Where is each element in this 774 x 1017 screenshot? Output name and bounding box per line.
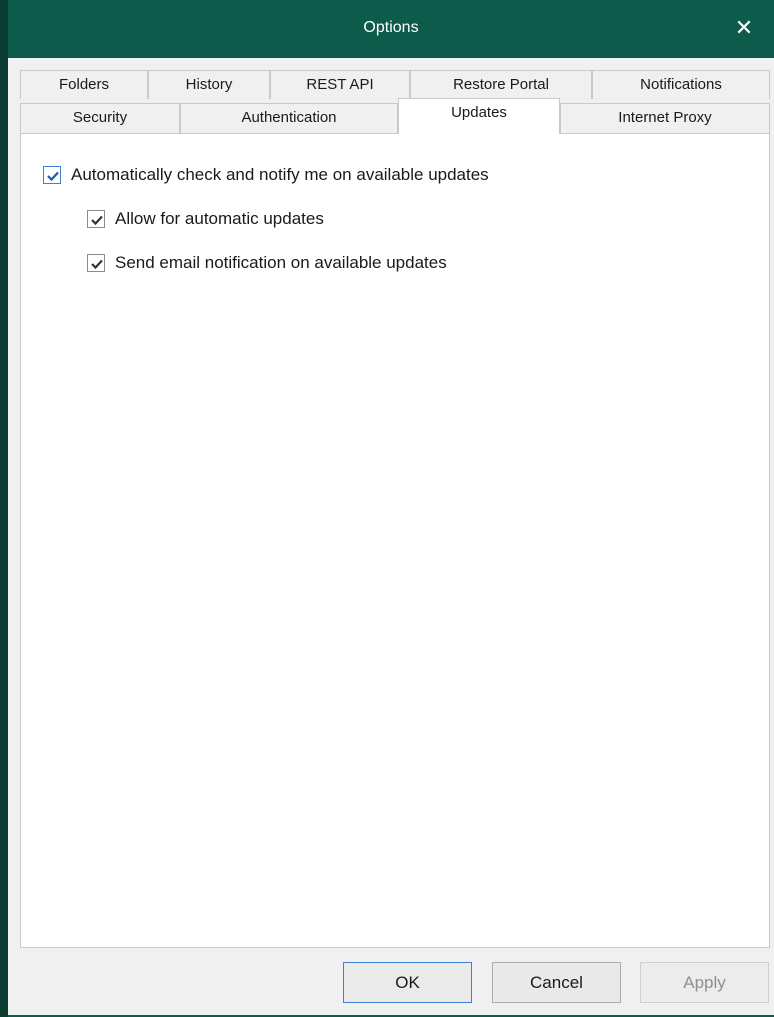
- tab-rest-api[interactable]: REST API: [270, 70, 410, 99]
- ok-button[interactable]: OK: [343, 962, 472, 1003]
- apply-button[interactable]: Apply: [640, 962, 769, 1003]
- tab-history[interactable]: History: [148, 70, 270, 99]
- allow-auto-label: Allow for automatic updates: [115, 209, 324, 228]
- send-email-checkbox[interactable]: [87, 254, 105, 272]
- cancel-button[interactable]: Cancel: [492, 962, 621, 1003]
- auto-check-checkbox[interactable]: [43, 166, 61, 184]
- options-window: Options ✕ Folders History REST API Resto…: [0, 0, 774, 1017]
- tab-restore-portal[interactable]: Restore Portal: [410, 70, 592, 99]
- auto-check-label: Automatically check and notify me on ava…: [71, 165, 489, 184]
- checkmark-icon: [91, 215, 103, 226]
- updates-panel: Automatically check and notify me on ava…: [20, 133, 770, 948]
- auto-check-row[interactable]: Automatically check and notify me on ava…: [43, 165, 489, 185]
- window-title: Options: [363, 19, 419, 36]
- allow-auto-checkbox[interactable]: [87, 210, 105, 228]
- tab-internet-proxy[interactable]: Internet Proxy: [560, 103, 770, 134]
- close-icon[interactable]: ✕: [730, 14, 758, 42]
- tab-updates[interactable]: Updates: [398, 98, 560, 134]
- send-email-row[interactable]: Send email notification on available upd…: [87, 253, 447, 273]
- send-email-label: Send email notification on available upd…: [115, 253, 447, 272]
- allow-auto-row[interactable]: Allow for automatic updates: [87, 209, 324, 229]
- checkmark-icon: [47, 171, 59, 182]
- tab-authentication[interactable]: Authentication: [180, 103, 398, 134]
- checkmark-icon: [91, 259, 103, 270]
- tab-folders[interactable]: Folders: [20, 70, 148, 99]
- tab-security[interactable]: Security: [20, 103, 180, 134]
- window-left-edge: [0, 0, 8, 1017]
- tab-notifications[interactable]: Notifications: [592, 70, 770, 99]
- title-bar[interactable]: Options ✕: [8, 0, 774, 58]
